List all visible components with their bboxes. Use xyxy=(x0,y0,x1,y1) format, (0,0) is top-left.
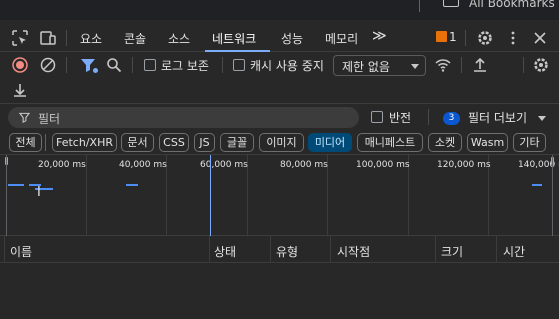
close-devtools-icon[interactable] xyxy=(531,29,549,47)
tab-console[interactable]: 콘솔 xyxy=(124,30,146,47)
column-header-status[interactable]: 상태 xyxy=(214,243,236,260)
network-toolbar: 로그 보존 캐시 사용 중지 제한 없음 xyxy=(0,52,559,78)
timeline-cursor-line xyxy=(210,155,211,236)
timeline-tick-label: 120,000 ms xyxy=(437,160,491,170)
devtools-tabbar: 요소 콘솔 소스 네트워크 성능 메모리 ≫ 1 xyxy=(0,24,559,52)
timeline-selection-left xyxy=(6,155,7,236)
column-header-size[interactable]: 크기 xyxy=(441,243,463,260)
export-har-download-icon[interactable] xyxy=(11,81,29,99)
bookmarks-bar: All Bookmarks xyxy=(0,0,559,20)
chevron-down-icon xyxy=(411,64,419,69)
chip-separator xyxy=(45,134,46,151)
toolbar-separator-5 xyxy=(523,57,524,73)
settings-gear-icon[interactable] xyxy=(476,29,494,47)
network-overview-timeline[interactable]: 20,000 ms 40,000 ms 60,000 ms 80,000 ms … xyxy=(0,155,559,236)
filter-chip-manifest[interactable]: 매니페스트 xyxy=(357,133,423,152)
column-header-time[interactable]: 시간 xyxy=(503,243,525,260)
toolbar-separator-4 xyxy=(461,57,462,73)
request-bar xyxy=(532,184,542,186)
tab-sources[interactable]: 소스 xyxy=(168,30,190,47)
bookmarks-folder-icon[interactable] xyxy=(443,0,459,7)
resource-type-filters: 전체 Fetch/XHR 문서 CSS JS 글꼴 이미지 미디어 매니페스트 … xyxy=(0,131,559,155)
filter-active-dot xyxy=(93,68,98,73)
filter-separator xyxy=(428,109,429,125)
timeline-selection-right xyxy=(552,155,553,236)
filter-chip-fetch-xhr[interactable]: Fetch/XHR xyxy=(52,133,117,152)
record-stop-icon[interactable] xyxy=(11,56,29,74)
timeline-tick-label: 80,000 ms xyxy=(280,160,328,170)
throttling-select[interactable]: 제한 없음 xyxy=(333,55,426,76)
inspect-element-icon[interactable] xyxy=(11,29,29,47)
text-cursor-icon: I xyxy=(37,185,41,200)
toolbar-separator-2 xyxy=(132,57,133,73)
filter-funnel-small-icon xyxy=(19,112,30,123)
column-header-name[interactable]: 이름 xyxy=(10,243,32,260)
filter-chip-other[interactable]: 기타 xyxy=(513,133,546,152)
timeline-tick-label: 100,000 ms xyxy=(356,160,410,170)
filter-chip-font[interactable]: 글꼴 xyxy=(220,133,254,152)
requests-table-header: 이름 상태 유형 시작점 크기 시간 xyxy=(0,236,559,263)
tab-network[interactable]: 네트워크 xyxy=(212,30,256,47)
toolbar-separator xyxy=(66,57,67,73)
more-filters-caret-icon[interactable] xyxy=(538,116,546,121)
filter-chip-wasm[interactable]: Wasm xyxy=(467,133,508,152)
column-header-type[interactable]: 유형 xyxy=(276,243,298,260)
network-toolbar-secondary xyxy=(0,78,559,104)
filter-chip-doc[interactable]: 문서 xyxy=(121,133,154,152)
network-conditions-wifi-icon[interactable] xyxy=(434,56,452,74)
all-bookmarks-link[interactable]: All Bookmarks xyxy=(469,0,555,10)
more-options-kebab-icon[interactable] xyxy=(504,29,522,47)
filter-placeholder: 필터 xyxy=(38,112,61,126)
invert-checkbox[interactable] xyxy=(371,111,383,123)
invert-label[interactable]: 반전 xyxy=(389,109,411,126)
timeline-tick-label: 40,000 ms xyxy=(119,160,167,170)
filter-chip-media[interactable]: 미디어 xyxy=(308,133,352,152)
more-filters-button[interactable]: 필터 더보기 xyxy=(468,109,527,126)
filter-bar: 필터 반전 3 필터 더보기 xyxy=(0,104,559,130)
disable-cache-checkbox[interactable] xyxy=(233,59,245,71)
requests-table-body xyxy=(0,263,559,319)
timeline-tick-label: 60,000 ms xyxy=(200,160,248,170)
issues-count: 1 xyxy=(449,30,457,44)
device-toolbar-icon[interactable] xyxy=(39,29,57,47)
issues-counter[interactable]: 1 xyxy=(436,30,457,44)
clear-log-icon[interactable] xyxy=(39,56,57,74)
tab-memory[interactable]: 메모리 xyxy=(325,30,358,47)
request-bar xyxy=(8,184,24,186)
filter-chip-socket[interactable]: 소켓 xyxy=(428,133,462,152)
filter-chip-all[interactable]: 전체 xyxy=(9,133,42,152)
timeline-tick-label: 20,000 ms xyxy=(38,160,86,170)
tabbar-separator xyxy=(66,30,67,46)
issue-flag-icon xyxy=(436,31,447,42)
timeline-gridline xyxy=(86,155,87,236)
tab-elements[interactable]: 요소 xyxy=(80,30,102,47)
search-icon[interactable] xyxy=(105,56,123,74)
toolbar-separator-3 xyxy=(222,57,223,73)
network-settings-gear-icon[interactable] xyxy=(532,56,550,74)
filter-chip-js[interactable]: JS xyxy=(194,133,215,152)
filter-input[interactable]: 필터 xyxy=(8,107,359,128)
tab-performance[interactable]: 성능 xyxy=(281,30,303,47)
preserve-log-checkbox[interactable] xyxy=(144,59,156,71)
disable-cache-label[interactable]: 캐시 사용 중지 xyxy=(250,57,324,74)
column-header-initiator[interactable]: 시작점 xyxy=(337,243,370,260)
more-tabs-button[interactable]: ≫ xyxy=(372,28,387,44)
import-har-upload-icon[interactable] xyxy=(471,56,489,74)
more-filters-count-badge: 3 xyxy=(443,112,460,125)
tabbar-separator-right xyxy=(465,30,466,46)
request-bar xyxy=(126,184,138,186)
filter-chip-css[interactable]: CSS xyxy=(159,133,189,152)
throttling-value: 제한 없음 xyxy=(342,60,390,74)
bookmarks-separator xyxy=(419,0,420,12)
preserve-log-label[interactable]: 로그 보존 xyxy=(161,57,209,74)
filter-chip-img[interactable]: 이미지 xyxy=(259,133,304,152)
